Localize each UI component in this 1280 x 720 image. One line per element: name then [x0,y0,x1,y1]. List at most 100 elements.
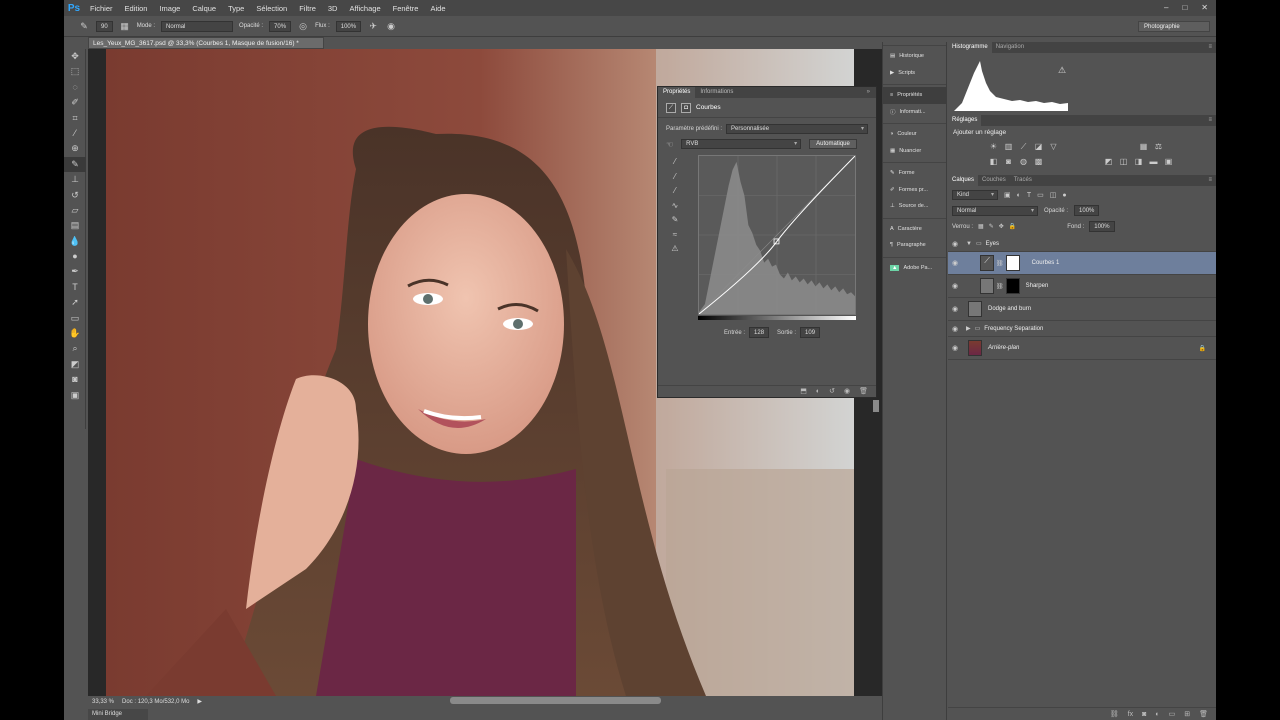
tab-navigation[interactable]: Navigation [992,42,1028,53]
layer-group-frequency-separation[interactable]: ◉ ▶ ▭ Frequency Separation [948,321,1216,337]
zoom-tool-icon[interactable]: ⌕ [64,341,86,356]
menu-type[interactable]: Type [222,4,250,13]
pencil-draw-icon[interactable]: ✎ [668,215,682,230]
tab-couches[interactable]: Couches [978,175,1010,186]
eyedropper-tool-icon[interactable]: ⁄ [64,126,86,141]
filter-pixel-icon[interactable]: ▣ [1004,191,1011,199]
visibility-eye-icon[interactable]: ◉ [948,325,962,333]
menu-selection[interactable]: Sélection [250,4,293,13]
auto-button[interactable]: Automatique [809,139,857,149]
layer-sharpen[interactable]: ◉ ⛓ Sharpen [948,275,1216,298]
tab-calques[interactable]: Calques [948,175,979,186]
lock-all-icon[interactable]: 🔒 [1009,223,1016,230]
menu-aide[interactable]: Aide [424,4,451,13]
black-white-icon[interactable]: ◧ [988,156,999,167]
color-swatches-icon[interactable]: ◩ [64,357,86,372]
healing-tool-icon[interactable]: ⊕ [64,141,86,156]
layer-courbes-1[interactable]: ◉ ⟋ ⛓ Courbes 1 [948,252,1216,275]
invert-icon[interactable]: ◩ [1103,156,1114,167]
quick-select-tool-icon[interactable]: ✐ [64,95,86,110]
layer-opacity-input[interactable]: 100% [1074,205,1100,216]
vibrance-icon[interactable]: ▽ [1048,141,1059,152]
curve-edit-icon[interactable]: ∿ [668,201,682,216]
levels-icon[interactable]: ▥ [1003,141,1014,152]
vertical-scrollbar[interactable] [873,400,879,412]
new-adjustment-icon[interactable]: ◐ [1155,708,1159,720]
crop-tool-icon[interactable]: ⌗ [64,111,86,126]
clipping-warning-icon[interactable]: ⚠ [668,244,682,259]
tab-informations[interactable]: Informations [695,87,738,98]
layer-mask-thumbnail[interactable] [1005,255,1020,271]
screen-mode-icon[interactable]: ▣ [64,388,86,403]
selective-color-icon[interactable]: ▣ [1163,156,1174,167]
channel-select[interactable]: RVB [681,139,802,149]
strip-caractere[interactable]: A Caractère [883,221,946,238]
menu-affichage[interactable]: Affichage [343,4,386,13]
view-previous-icon[interactable]: ◐ [816,386,820,397]
layer-style-icon[interactable]: fx [1128,708,1133,720]
panel-menu-icon[interactable]: ≡ [1208,115,1216,126]
shape-tool-icon[interactable]: ▭ [64,311,86,326]
strip-scripts[interactable]: ▶ Scripts [883,65,946,82]
menu-calque[interactable]: Calque [186,4,222,13]
opacity-input[interactable]: 70% [269,20,292,32]
workspace-select[interactable]: Photographie [1138,21,1210,32]
gray-point-eyedropper-icon[interactable]: ⁄ [668,172,682,187]
menu-fichier[interactable]: Fichier [84,4,119,13]
pressure-opacity-icon[interactable]: ◎ [297,20,309,32]
panel-menu-icon[interactable]: ≡ [1208,175,1216,186]
expand-arrow-icon[interactable]: ▼ [966,241,972,247]
gradient-tool-icon[interactable]: ▤ [64,218,86,233]
brightness-contrast-icon[interactable]: ☀ [988,141,999,152]
smooth-icon[interactable]: ≈ [668,230,682,245]
filter-type-icon[interactable]: T [1027,192,1031,199]
panel-menu-icon[interactable]: ≡ [1208,42,1216,53]
new-layer-icon[interactable]: ⊞ [1184,708,1190,720]
visibility-eye-icon[interactable]: ◉ [948,259,962,267]
pressure-size-icon[interactable]: ◉ [385,20,397,32]
fill-input[interactable]: 100% [1089,221,1115,232]
kind-filter-select[interactable]: Kind [952,190,998,200]
delete-layer-icon[interactable]: 🗑 [1199,708,1208,720]
strip-adobe-paint[interactable]: ▲ Adobe Pa... [883,260,946,277]
filter-shape-icon[interactable]: ▭ [1037,191,1044,199]
new-group-icon[interactable]: ▭ [1169,708,1176,720]
layer-mask-thumbnail[interactable] [1005,278,1020,294]
layer-group-eyes[interactable]: ◉ ▼ ▭ Eyes [948,236,1216,252]
channel-mixer-icon[interactable]: ◍ [1018,156,1029,167]
mode-select[interactable]: Normal [161,20,234,32]
target-adjust-icon[interactable]: ☜ [666,140,673,149]
move-tool-icon[interactable]: ✥ [64,49,86,64]
trash-icon[interactable]: 🗑 [859,386,868,397]
filter-adjustment-icon[interactable]: ◐ [1017,192,1021,199]
clip-to-layer-icon[interactable]: ⬒ [800,386,807,397]
tab-properties[interactable]: Propriétés [658,87,696,98]
strip-forme[interactable]: ✎ Forme [883,165,946,182]
output-value[interactable]: 109 [800,327,821,338]
mini-bridge-tab[interactable]: Mini Bridge [88,709,148,720]
airbrush-icon[interactable]: ✈ [367,20,379,32]
pen-tool-icon[interactable]: ✒ [64,264,86,279]
strip-historique[interactable]: ▤ Historique [883,48,946,65]
zoom-level[interactable]: 33,33 % [92,696,114,708]
link-layers-icon[interactable]: ⛓ [1110,708,1119,720]
brush-size-picker[interactable]: 90 [96,20,113,32]
stamp-tool-icon[interactable]: ⊥ [64,172,86,187]
lock-transparent-icon[interactable]: ▦ [978,223,984,230]
history-brush-icon[interactable]: ↺ [64,188,86,203]
exposure-icon[interactable]: ◪ [1033,141,1044,152]
tab-histogramme[interactable]: Histogramme [948,42,992,53]
curves-icon[interactable]: ⟋ [1018,141,1029,152]
menu-image[interactable]: Image [153,4,186,13]
document-info[interactable]: Doc : 120,3 Mo/532,0 Mo [122,696,189,708]
hue-saturation-icon[interactable]: ▦ [1138,141,1149,152]
lasso-tool-icon[interactable]: ◌ [64,80,86,95]
black-point-eyedropper-icon[interactable]: ⁄ [668,157,682,172]
reset-icon[interactable]: ↺ [829,386,835,397]
panel-menu-icon[interactable]: » [867,87,876,98]
threshold-icon[interactable]: ◨ [1133,156,1144,167]
visibility-eye-icon[interactable]: ◉ [948,240,962,248]
add-mask-icon[interactable]: ◙ [1142,708,1146,720]
minimize-button[interactable]: – [1164,0,1168,16]
menu-filtre[interactable]: Filtre [293,4,322,13]
